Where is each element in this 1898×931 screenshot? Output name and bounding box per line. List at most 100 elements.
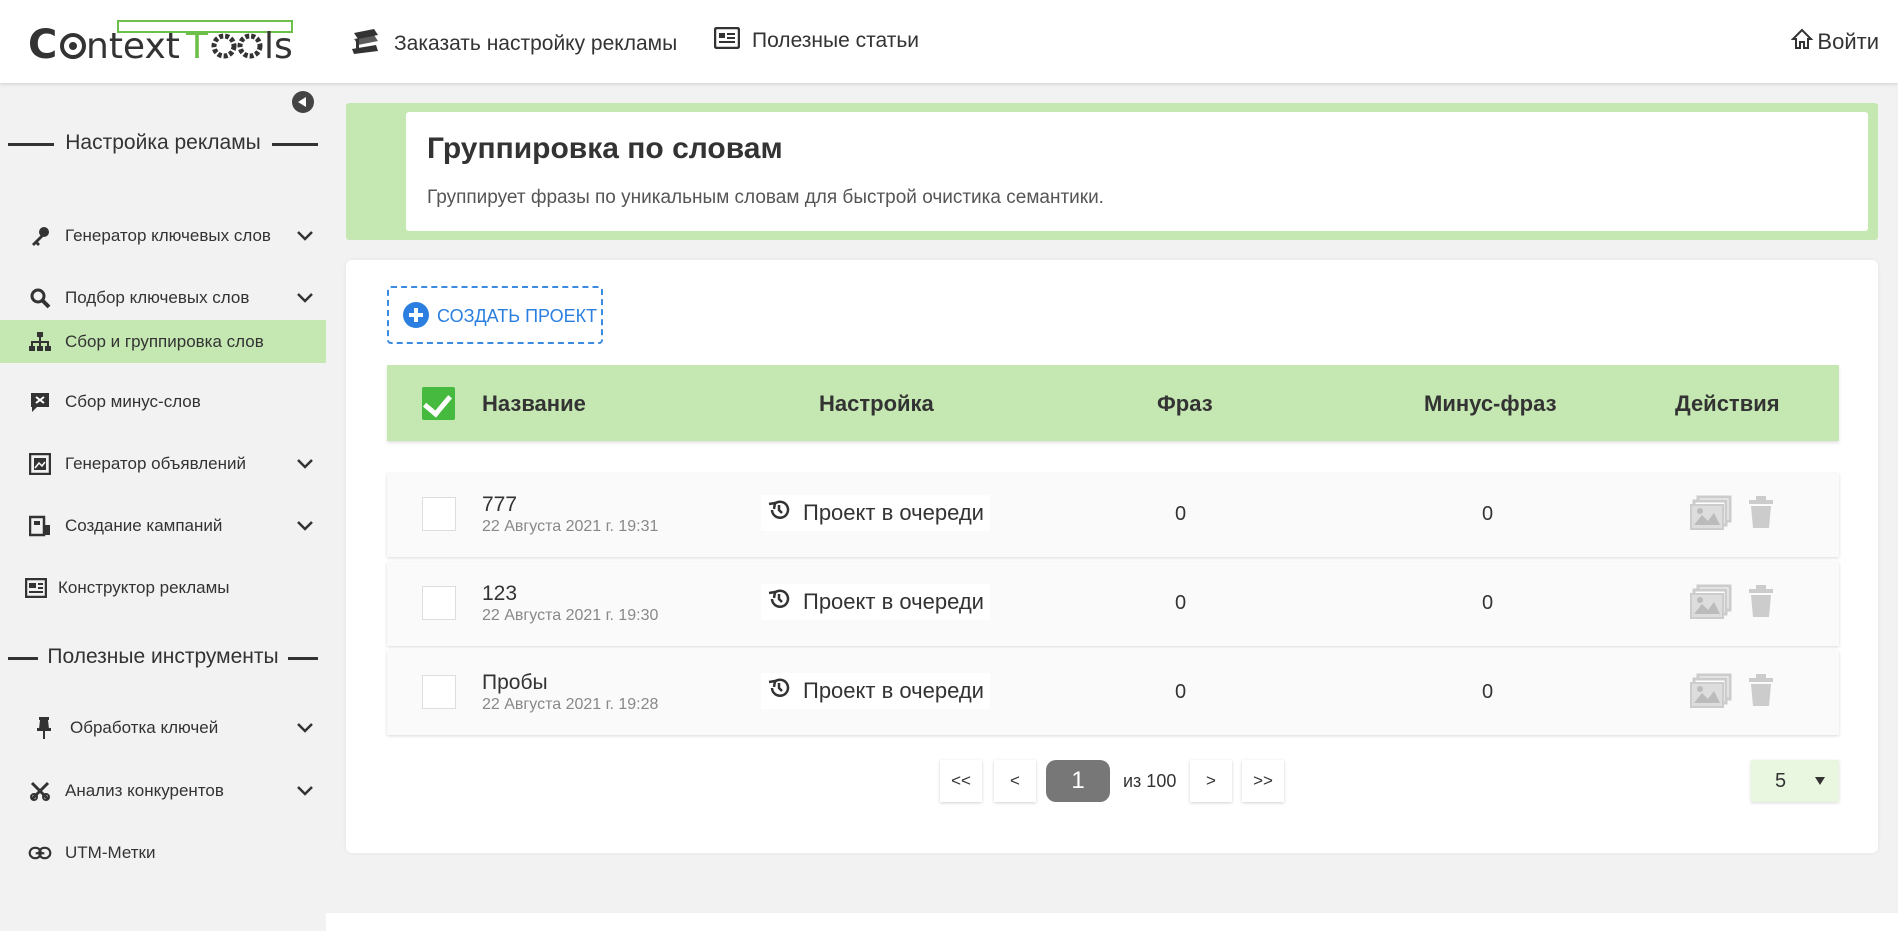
sidebar: Настройка рекламы Генератор ключевых сло…	[0, 83, 326, 931]
project-status: Проект в очереди	[761, 495, 990, 531]
trash-icon[interactable]	[1747, 673, 1775, 712]
page-description: Группирует фразы по уникальным словам дл…	[427, 187, 1104, 208]
pagination-prev-button[interactable]: <	[994, 760, 1036, 802]
status-label: Проект в очереди	[803, 500, 984, 525]
nav-order-setup[interactable]: Заказать настройку рекламы	[350, 27, 677, 61]
nav-articles-label: Полезные статьи	[752, 29, 920, 52]
status-label: Проект в очереди	[803, 589, 984, 614]
layout-icon	[24, 577, 48, 599]
phrases-count: 0	[1175, 592, 1187, 614]
history-icon	[767, 676, 803, 706]
project-status: Проект в очереди	[761, 673, 990, 709]
minus-comment-icon	[28, 391, 52, 413]
col-minus[interactable]: Минус-фраз	[1424, 391, 1557, 417]
login-link[interactable]: Войти	[1791, 28, 1879, 56]
create-project-button[interactable]: СОЗДАТЬ ПРОЕКТ	[387, 286, 603, 344]
sidebar-item-ad-generator[interactable]: Генератор объявлений	[0, 443, 326, 484]
col-setting: Настройка	[819, 391, 934, 416]
select-all-checkbox[interactable]	[422, 387, 455, 420]
history-icon	[767, 498, 803, 528]
chevron-down-icon[interactable]	[296, 454, 314, 477]
sidebar-item-keyword-generator[interactable]: Генератор ключевых слов	[0, 215, 326, 256]
sidebar-item-label: Сбор минус-слов	[65, 391, 201, 411]
sitemap-icon	[28, 331, 52, 353]
col-phrases[interactable]: Фраз	[1157, 391, 1213, 417]
project-name[interactable]: Пробы	[482, 671, 548, 695]
image-frame-icon	[28, 453, 52, 475]
project-name[interactable]: 777	[482, 493, 517, 517]
sidebar-item-label: Подбор ключевых слов	[65, 287, 250, 307]
link-icon	[28, 842, 52, 864]
pagination-first-button[interactable]: <<	[940, 760, 982, 802]
chevron-down-icon[interactable]	[296, 226, 314, 249]
col-name[interactable]: Название	[482, 391, 586, 417]
trash-icon[interactable]	[1747, 495, 1775, 534]
minus-count: 0	[1482, 681, 1494, 703]
images-icon[interactable]	[1690, 673, 1732, 714]
row-checkbox[interactable]	[422, 675, 456, 709]
project-date: 22 Августа 2021 г. 19:28	[482, 696, 659, 713]
sidebar-item-ad-builder[interactable]: Конструктор рекламы	[0, 567, 326, 608]
sidebar-item-label: Генератор объявлений	[65, 453, 246, 473]
search-icon	[28, 287, 52, 309]
sidebar-collapse-icon[interactable]	[292, 91, 314, 113]
chevron-down-icon[interactable]	[296, 718, 314, 741]
pagination-total: из 100	[1123, 771, 1177, 791]
nav-articles[interactable]: Полезные статьи	[713, 26, 920, 55]
project-date: 22 Августа 2021 г. 19:31	[482, 518, 659, 535]
project-name[interactable]: 123	[482, 582, 517, 606]
per-page-value: 5	[1775, 770, 1787, 792]
banner-card: Группировка по словам Группирует фразы п…	[406, 112, 1868, 231]
plus-circle-icon	[403, 302, 429, 328]
table-row[interactable]: 123 22 Августа 2021 г. 19:30 Проект в оч…	[387, 562, 1839, 646]
projects-panel: СОЗДАТЬ ПРОЕКТ Название Настройка Фраз М…	[346, 260, 1878, 853]
pagination-current-page[interactable]: 1	[1046, 760, 1110, 802]
key-icon	[28, 225, 52, 247]
sidebar-item-label: Генератор ключевых слов	[65, 225, 271, 245]
nav-order-label: Заказать настройку рекламы	[394, 32, 678, 55]
pagination-last-button[interactable]: >>	[1242, 760, 1284, 802]
page-title: Группировка по словам	[427, 132, 783, 165]
svg-text:C: C	[28, 22, 57, 66]
row-checkbox[interactable]	[422, 497, 456, 531]
home-icon	[1791, 28, 1817, 56]
article-icon	[713, 26, 752, 55]
project-status: Проект в очереди	[761, 584, 990, 620]
images-icon[interactable]	[1690, 495, 1732, 536]
table-row[interactable]: 777 22 Августа 2021 г. 19:31 Проект в оч…	[387, 473, 1839, 557]
stack-icon	[350, 27, 394, 61]
sidebar-item-label: Сбор и группировка слов	[65, 331, 264, 351]
row-checkbox[interactable]	[422, 586, 456, 620]
chevron-down-icon[interactable]	[296, 516, 314, 539]
sidebar-item-key-processing[interactable]: Обработка ключей	[0, 707, 326, 748]
sidebar-item-label: Обработка ключей	[70, 717, 219, 737]
pagination-next-button[interactable]: >	[1190, 760, 1232, 802]
sidebar-item-competitor-analysis[interactable]: Анализ конкурентов	[0, 770, 326, 811]
logo[interactable]: C ntext T ls	[28, 18, 298, 68]
crossed-icon	[28, 780, 52, 802]
sidebar-item-create-campaigns[interactable]: Создание кампаний	[0, 505, 326, 546]
sidebar-item-label: Создание кампаний	[65, 515, 223, 535]
trash-icon[interactable]	[1747, 584, 1775, 623]
sidebar-item-keyword-selection[interactable]: Подбор ключевых слов	[0, 277, 326, 318]
sidebar-item-label: Анализ конкурентов	[65, 780, 224, 800]
sidebar-item-utm[interactable]: UTM-Метки	[0, 832, 326, 873]
project-date: 22 Августа 2021 г. 19:30	[482, 607, 659, 624]
svg-text:ls: ls	[264, 26, 293, 66]
status-label: Проект в очереди	[803, 678, 984, 703]
images-icon[interactable]	[1690, 584, 1732, 625]
sidebar-item-minus-words[interactable]: Сбор минус-слов	[0, 381, 326, 422]
per-page-select[interactable]: 5	[1751, 760, 1839, 802]
table-row[interactable]: Пробы 22 Августа 2021 г. 19:28 Проект в …	[387, 651, 1839, 735]
login-label: Войти	[1817, 29, 1879, 54]
sidebar-item-label: Конструктор рекламы	[58, 577, 230, 597]
minus-count: 0	[1482, 592, 1494, 614]
sidebar-item-collect-group[interactable]: Сбор и группировка слов	[0, 320, 326, 363]
svg-text:ntext: ntext	[86, 26, 180, 66]
chevron-down-icon[interactable]	[296, 288, 314, 311]
footer-strip	[326, 913, 1898, 931]
top-header: C ntext T ls Заказать настройку рекламы …	[0, 0, 1898, 83]
chevron-down-icon[interactable]	[296, 781, 314, 804]
table-header: Название Настройка Фраз Минус-фраз Дейст…	[387, 365, 1839, 441]
minus-count: 0	[1482, 503, 1494, 525]
